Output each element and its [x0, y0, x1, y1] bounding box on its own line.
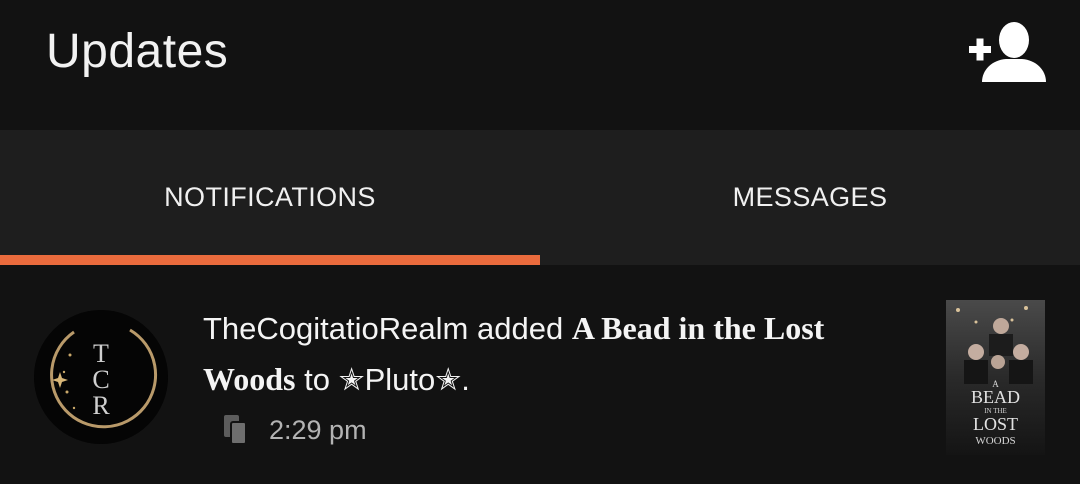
page-title: Updates	[46, 25, 229, 78]
notification-action: added	[476, 311, 564, 346]
notification-item[interactable]: T C R TheCogitatioRealm added A Bead in …	[0, 265, 1080, 484]
active-tab-indicator	[0, 255, 540, 265]
notification-time: 2:29 pm	[269, 414, 367, 445]
svg-text:R: R	[92, 391, 110, 420]
story-cover-image: A BEAD IN THE LOST WOODS	[946, 300, 1045, 455]
notification-text[interactable]: TheCogitatioRealm added A Bead in the Lo…	[203, 303, 923, 405]
copy-icon	[224, 415, 247, 445]
notification-user[interactable]: TheCogitatioRealm	[203, 311, 468, 346]
notification-connector: to	[304, 362, 330, 397]
cover-text-4: LOST	[973, 414, 1018, 434]
app-header: Updates	[0, 0, 1080, 130]
svg-text:T: T	[93, 339, 109, 368]
avatar[interactable]: T C R	[34, 310, 168, 444]
tab-notifications-label: NOTIFICATIONS	[164, 182, 376, 212]
notification-list-name[interactable]: ✭Pluto✭	[339, 362, 462, 397]
svg-text:C: C	[92, 365, 109, 394]
add-user-icon	[969, 22, 1046, 82]
story-cover-thumbnail[interactable]: A BEAD IN THE LOST WOODS	[946, 300, 1045, 455]
cover-text-2: BEAD	[971, 387, 1020, 407]
notification-meta: 2:29 pm	[222, 410, 367, 450]
tab-messages-label: MESSAGES	[732, 182, 888, 212]
tab-bar: NOTIFICATIONS MESSAGES	[0, 130, 1080, 265]
tab-notifications[interactable]: NOTIFICATIONS	[0, 130, 540, 265]
notification-end: .	[461, 362, 470, 397]
cover-text-5: WOODS	[975, 435, 1015, 447]
tab-messages[interactable]: MESSAGES	[540, 130, 1080, 265]
add-user-button[interactable]	[966, 18, 1048, 84]
avatar-logo: T C R	[34, 310, 168, 444]
